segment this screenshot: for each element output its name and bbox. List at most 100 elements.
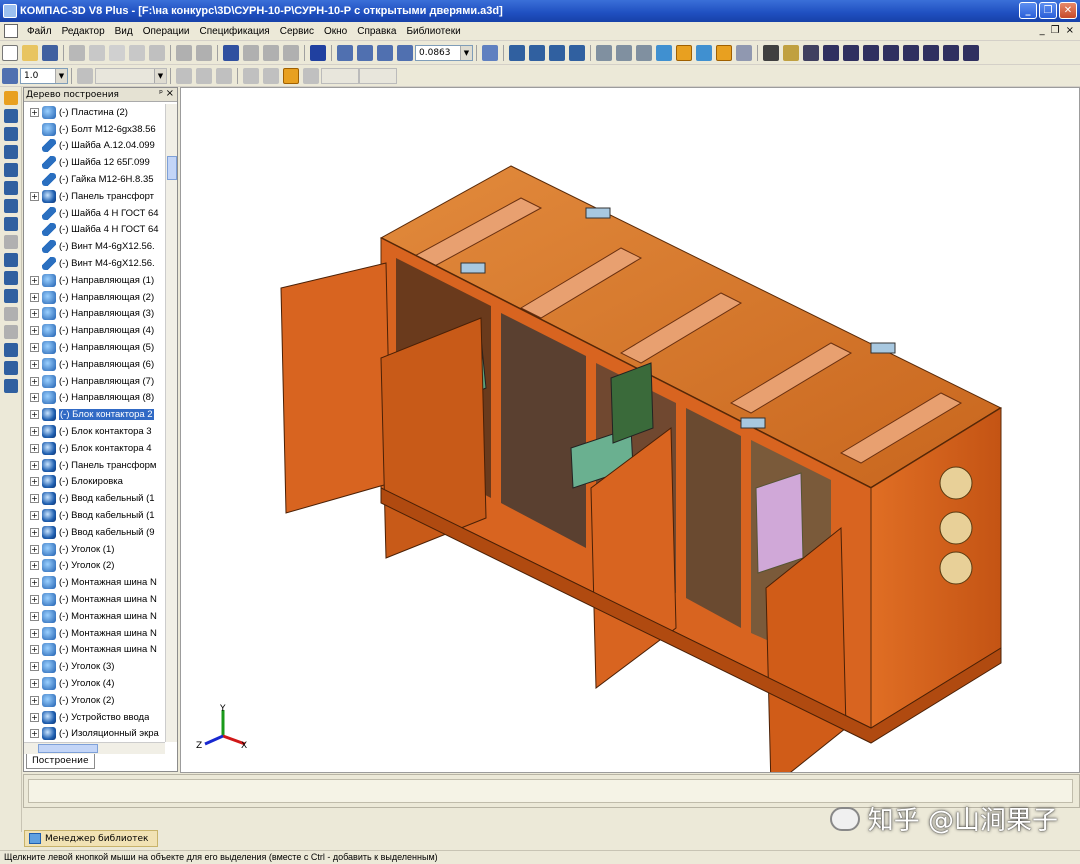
tree-item[interactable]: (-) Болт М12-6gx38.56 (24, 121, 165, 138)
tree-item[interactable]: (-) Шайба 4 Н ГОСТ 64 (24, 205, 165, 222)
expand-icon[interactable]: + (30, 427, 39, 437)
expand-icon[interactable]: + (30, 410, 39, 420)
kompas-app-icon[interactable] (3, 4, 17, 18)
view-combo[interactable]: ▼ (95, 67, 167, 84)
y-coord-field[interactable] (359, 67, 397, 84)
tree-item[interactable]: + (-) Блокировка (24, 474, 165, 491)
tree-item[interactable]: + (-) Направляющая (4) (24, 322, 165, 339)
close-button[interactable]: ✕ (1059, 2, 1077, 19)
x-coord-field[interactable] (321, 67, 359, 84)
tree-item[interactable]: + (-) Блок контактора 3 (24, 423, 165, 440)
tree-item[interactable]: + (-) Блок контактора 2 (24, 406, 165, 423)
wireframe-icon[interactable] (596, 44, 612, 61)
expand-icon[interactable]: + (30, 695, 39, 705)
mates-icon[interactable] (4, 271, 18, 285)
print-preview-icon[interactable] (89, 44, 105, 61)
expand-icon[interactable]: + (30, 292, 39, 302)
filter-icon[interactable] (4, 199, 18, 213)
model-viewport[interactable]: Y Z X (180, 87, 1080, 773)
menu-editor[interactable]: Редактор (57, 26, 110, 37)
expand-icon[interactable]: + (30, 544, 39, 554)
cut-icon[interactable] (109, 44, 125, 61)
snap-active-icon[interactable] (283, 67, 299, 84)
tree-item[interactable]: + (-) Ввод кабельный (9 (24, 524, 165, 541)
step-value-combo[interactable]: 1.0 ▼ (20, 67, 68, 84)
tab-build[interactable]: Построение (26, 754, 95, 769)
insert-icon[interactable] (4, 307, 18, 321)
expand-icon[interactable]: + (30, 662, 39, 672)
library-manager-tab[interactable]: Менеджер библиотек (24, 830, 158, 847)
edit-tool-icon[interactable] (783, 44, 799, 61)
zoom-in-icon[interactable] (357, 44, 373, 61)
grid-icon[interactable] (216, 67, 232, 84)
expand-icon[interactable]: + (30, 595, 39, 604)
tree-item[interactable]: + (-) Пластина (2) (24, 104, 165, 121)
restore-button[interactable]: ❐ (1039, 2, 1057, 19)
aux-geometry-icon[interactable] (4, 163, 18, 177)
formula-icon[interactable] (263, 44, 279, 61)
pin-icon[interactable]: ᵖ (159, 89, 163, 99)
expand-icon[interactable]: + (30, 494, 39, 504)
zoom-out-icon[interactable] (377, 44, 393, 61)
tree-vertical-scrollbar[interactable] (165, 104, 177, 742)
expand-icon[interactable]: + (30, 393, 39, 403)
tree-item[interactable]: + (-) Блок контактора 4 (24, 440, 165, 457)
tree-item[interactable]: + (-) Монтажная шина N (24, 574, 165, 591)
snap-icon[interactable] (263, 67, 279, 84)
hidden-lines-icon[interactable] (616, 44, 632, 61)
properties-icon[interactable] (223, 44, 239, 61)
tree-item[interactable]: + (-) Направляющая (1) (24, 272, 165, 289)
tree-item[interactable]: + (-) Направляющая (2) (24, 289, 165, 306)
chamfer-tool-icon[interactable] (943, 44, 959, 61)
cut-tool-icon[interactable] (843, 44, 859, 61)
paste-icon[interactable] (149, 44, 165, 61)
section-icon[interactable] (716, 44, 732, 61)
expand-icon[interactable]: + (30, 326, 39, 336)
layer-icon[interactable] (176, 67, 192, 84)
surfaces-icon[interactable] (4, 127, 18, 141)
menu-specification[interactable]: Спецификация (195, 26, 275, 37)
tree-item[interactable]: (-) Гайка М12-6Н.8.35 (24, 171, 165, 188)
redo-icon[interactable] (196, 44, 212, 61)
hidden-thin-icon[interactable] (636, 44, 652, 61)
perspective-icon[interactable] (696, 44, 712, 61)
expand-icon[interactable]: + (30, 561, 39, 571)
tree-item[interactable]: (-) Шайба А.12.04.099 (24, 138, 165, 155)
tree-item[interactable]: + (-) Направляющая (8) (24, 390, 165, 407)
hole-icon[interactable] (4, 343, 18, 357)
expand-icon[interactable]: + (30, 275, 39, 285)
expand-icon[interactable]: + (30, 376, 39, 386)
tree-item[interactable]: + (-) Изоляционный экра (24, 725, 165, 742)
tree-item[interactable]: + (-) Направляющая (7) (24, 373, 165, 390)
close-panel-icon[interactable]: × (166, 88, 174, 99)
measure-icon[interactable] (4, 181, 18, 195)
tree-item[interactable]: + (-) Устройство ввода (24, 709, 165, 726)
tree-item[interactable]: + (-) Уголок (3) (24, 658, 165, 675)
menu-operations[interactable]: Операции (138, 26, 195, 37)
tree-item[interactable]: (-) Винт М4-6gX12.56. (24, 238, 165, 255)
tree-item[interactable]: + (-) Монтажная шина N (24, 608, 165, 625)
expand-icon[interactable]: + (30, 712, 39, 722)
libraries-icon[interactable] (4, 379, 18, 393)
help-pointer-icon[interactable] (310, 44, 326, 61)
new-file-icon[interactable] (2, 44, 18, 61)
rotate-icon[interactable] (549, 44, 565, 61)
spec-icon[interactable] (4, 217, 18, 231)
coordinates-icon[interactable] (303, 67, 319, 84)
tree-item[interactable]: + (-) Направляющая (6) (24, 356, 165, 373)
expand-icon[interactable]: + (30, 359, 39, 369)
expand-icon[interactable]: + (30, 645, 39, 655)
sweep-tool-icon[interactable] (903, 44, 919, 61)
mdi-restore-button[interactable]: ❐ (1051, 25, 1060, 36)
library-icon[interactable] (283, 44, 299, 61)
rotate-tool-icon[interactable] (863, 44, 879, 61)
tree-item[interactable]: + (-) Ввод кабельный (1 (24, 507, 165, 524)
orientation-icon[interactable] (482, 44, 498, 61)
sketch-icon[interactable] (4, 109, 18, 123)
tree-item[interactable]: + (-) Уголок (4) (24, 675, 165, 692)
refresh-icon[interactable] (569, 44, 585, 61)
tree-item[interactable]: + (-) Монтажная шина N (24, 642, 165, 659)
zoom-value-combo[interactable]: 0.0863 ▼ (415, 44, 473, 61)
expand-icon[interactable]: + (30, 578, 39, 588)
tree-item[interactable]: + (-) Монтажная шина N (24, 591, 165, 608)
